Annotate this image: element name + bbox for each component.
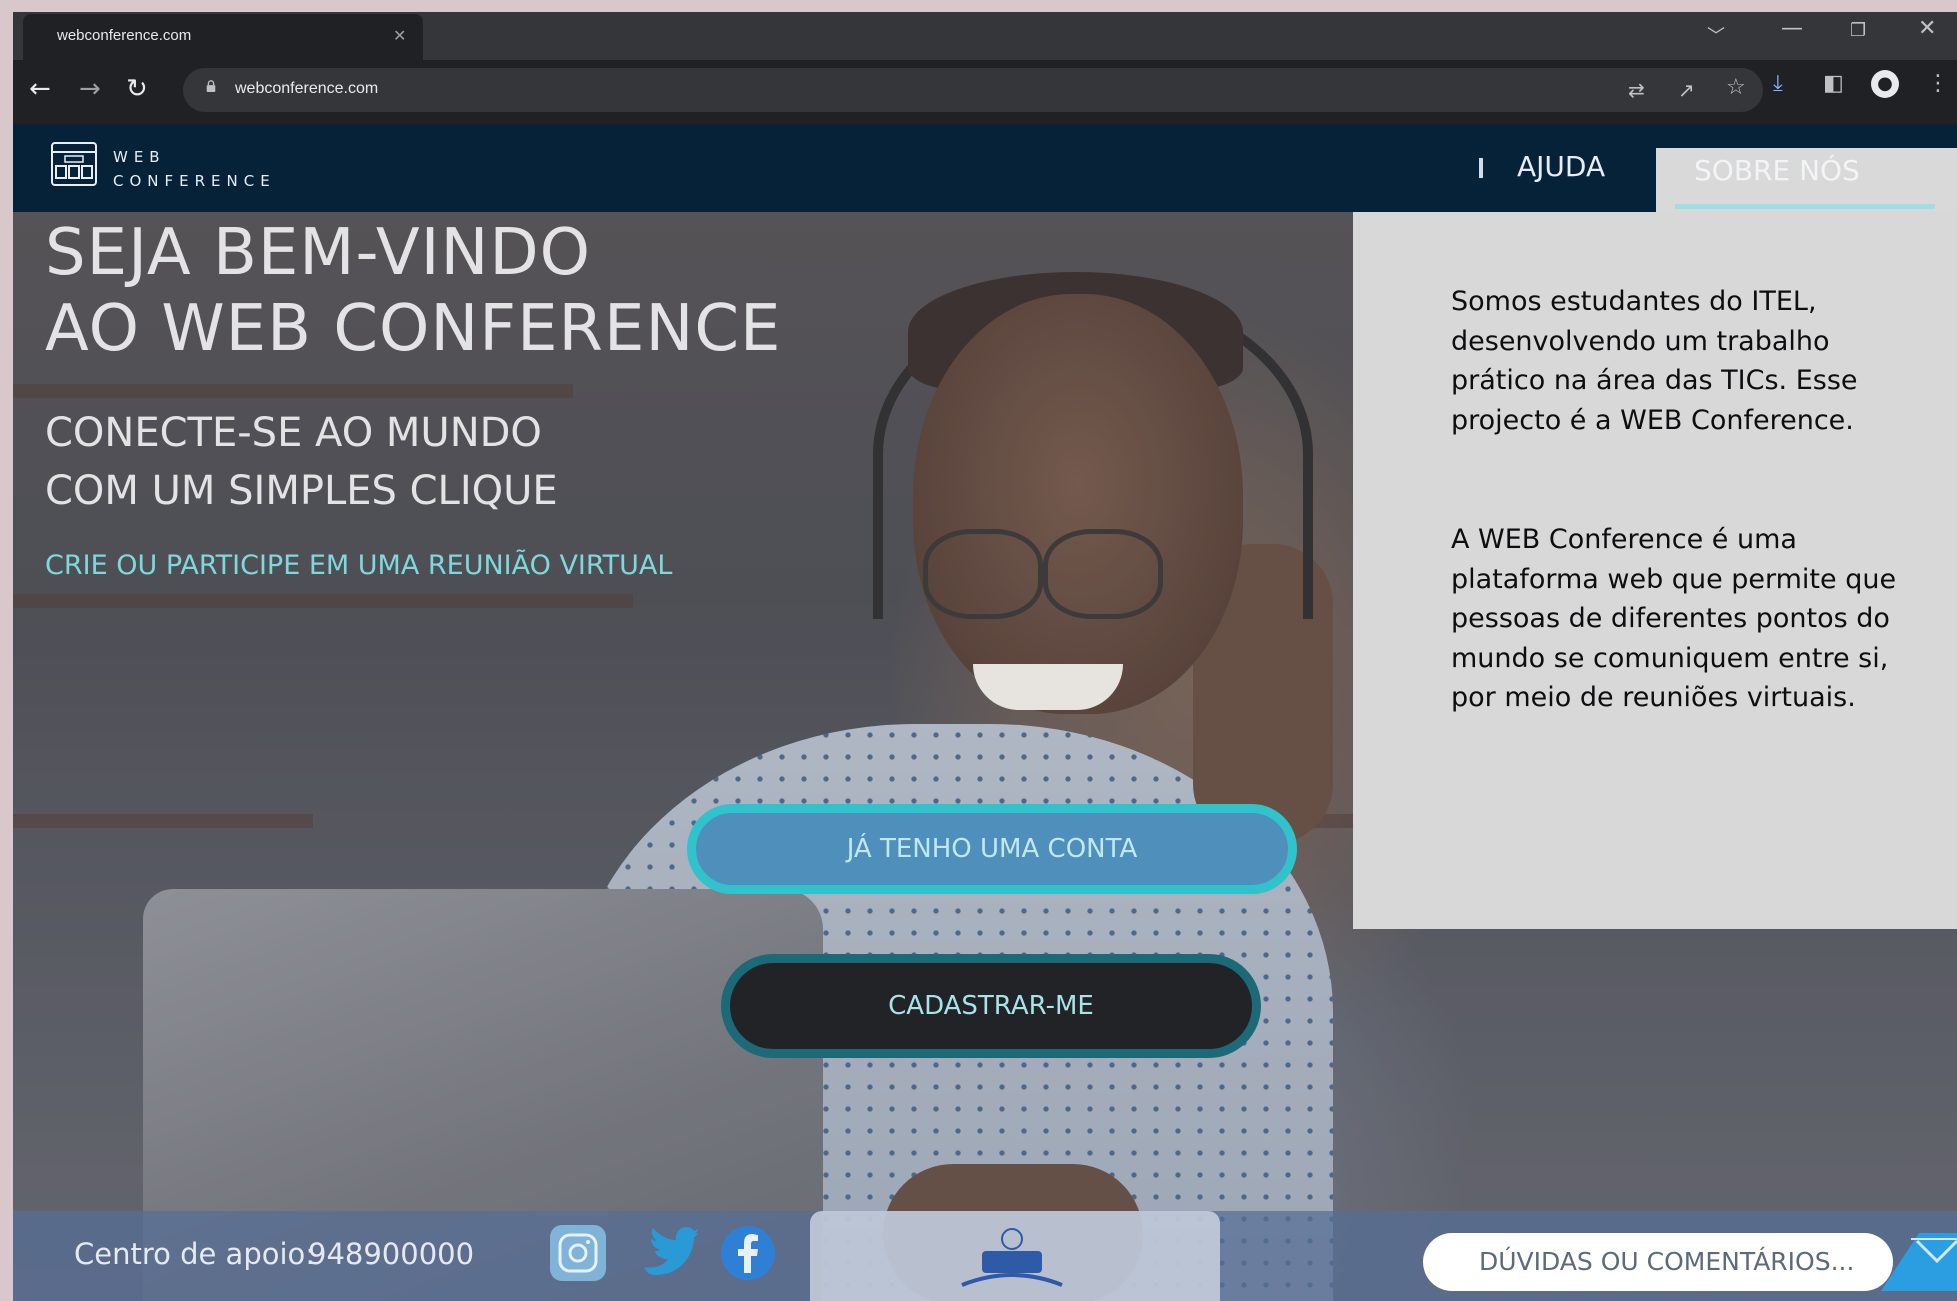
hero-subtitle-line1: CONECTE-SE AO MUNDO (45, 410, 542, 456)
nav-item-sobre-nos[interactable]: SOBRE NÓS (1694, 154, 1860, 187)
minimize-icon[interactable]: — (1781, 16, 1803, 41)
about-panel: Somos estudantes do ITEL, desenvolvendo … (1353, 212, 1957, 929)
support-label: Centro de apoio: (74, 1237, 316, 1271)
itel-logo-icon (961, 1228, 1063, 1287)
reload-icon[interactable]: ↻ (126, 74, 148, 104)
logo-text-web: WEB (113, 148, 166, 166)
lock-icon (206, 80, 216, 92)
support-phone-number: 948900000 (308, 1237, 475, 1271)
instagram-icon[interactable] (548, 1223, 608, 1283)
tab-close-icon[interactable]: ✕ (393, 26, 406, 45)
itel-logo-box (810, 1211, 1220, 1301)
site-footer: Centro de apoio: 948900000 DÚVIDAS OU CO… (13, 1211, 1957, 1301)
tab-title: webconference.com (57, 27, 192, 44)
hero-title-line2: AO WEB CONFERENCE (45, 292, 782, 366)
url-text: webconference.com (235, 80, 379, 97)
restore-icon[interactable]: ❐ (1850, 20, 1866, 41)
nav-separator (1479, 158, 1483, 178)
signup-button[interactable]: CADASTRAR-ME (721, 954, 1261, 1058)
facebook-icon[interactable] (718, 1223, 778, 1283)
feedback-input[interactable]: DÚVIDAS OU COMENTÁRIOS... (1423, 1233, 1893, 1291)
hero-title-line1: SEJA BEM-VINDO (45, 216, 592, 290)
menu-kebab-icon[interactable]: ⋮ (1927, 72, 1949, 96)
send-mail-icon[interactable] (1881, 1233, 1957, 1291)
share-icon[interactable]: ↗ (1678, 78, 1695, 102)
hero-subtitle-line2: COM UM SIMPLES CLIQUE (45, 468, 558, 514)
tab-strip: webconference.com ✕ ﹀ — ❐ ✕ (13, 12, 1957, 60)
feedback-placeholder: DÚVIDAS OU COMENTÁRIOS... (1479, 1247, 1855, 1276)
logo-text-conference: CONFERENCE (113, 172, 276, 190)
nav-active-underline (1675, 204, 1935, 209)
profile-icon[interactable]: ● (1871, 70, 1899, 98)
close-window-icon[interactable]: ✕ (1918, 16, 1936, 41)
page-viewport: WEB CONFERENCE AJUDA SOBRE NÓS SEJA BEM-… (13, 124, 1957, 1301)
about-paragraph-2: A WEB Conference é uma plataforma web qu… (1451, 524, 1897, 713)
bookmark-star-icon[interactable]: ☆ (1726, 76, 1746, 100)
browser-tab[interactable]: webconference.com ✕ (23, 14, 423, 60)
web-conference-logo-icon[interactable] (51, 142, 97, 186)
twitter-icon[interactable] (638, 1223, 698, 1283)
translate-icon[interactable]: ⇄ (1628, 78, 1645, 102)
login-button[interactable]: JÁ TENHO UMA CONTA (687, 804, 1297, 894)
address-bar[interactable]: webconference.com ⇄ ↗ ☆ (183, 68, 1763, 112)
hero-tagline: CRIE OU PARTICIPE EM UMA REUNIÃO VIRTUAL (45, 550, 673, 581)
download-icon[interactable]: ⤓ (1773, 72, 1783, 96)
browser-window: webconference.com ✕ ﹀ — ❐ ✕ ← → ↻ webcon… (13, 12, 1957, 1301)
forward-icon[interactable]: → (79, 74, 101, 104)
side-panel-icon[interactable]: ◧ (1823, 72, 1844, 96)
browser-toolbar: ← → ↻ webconference.com ⇄ ↗ ☆ ⤓ ◧ ● ⋮ (13, 60, 1957, 120)
back-icon[interactable]: ← (29, 74, 51, 104)
nav-item-ajuda[interactable]: AJUDA (1517, 150, 1605, 183)
tab-search-chevron-icon[interactable]: ﹀ (1707, 22, 1725, 48)
about-paragraph-1: Somos estudantes do ITEL, desenvolvendo … (1451, 286, 1858, 436)
site-header: WEB CONFERENCE AJUDA SOBRE NÓS (13, 124, 1957, 212)
